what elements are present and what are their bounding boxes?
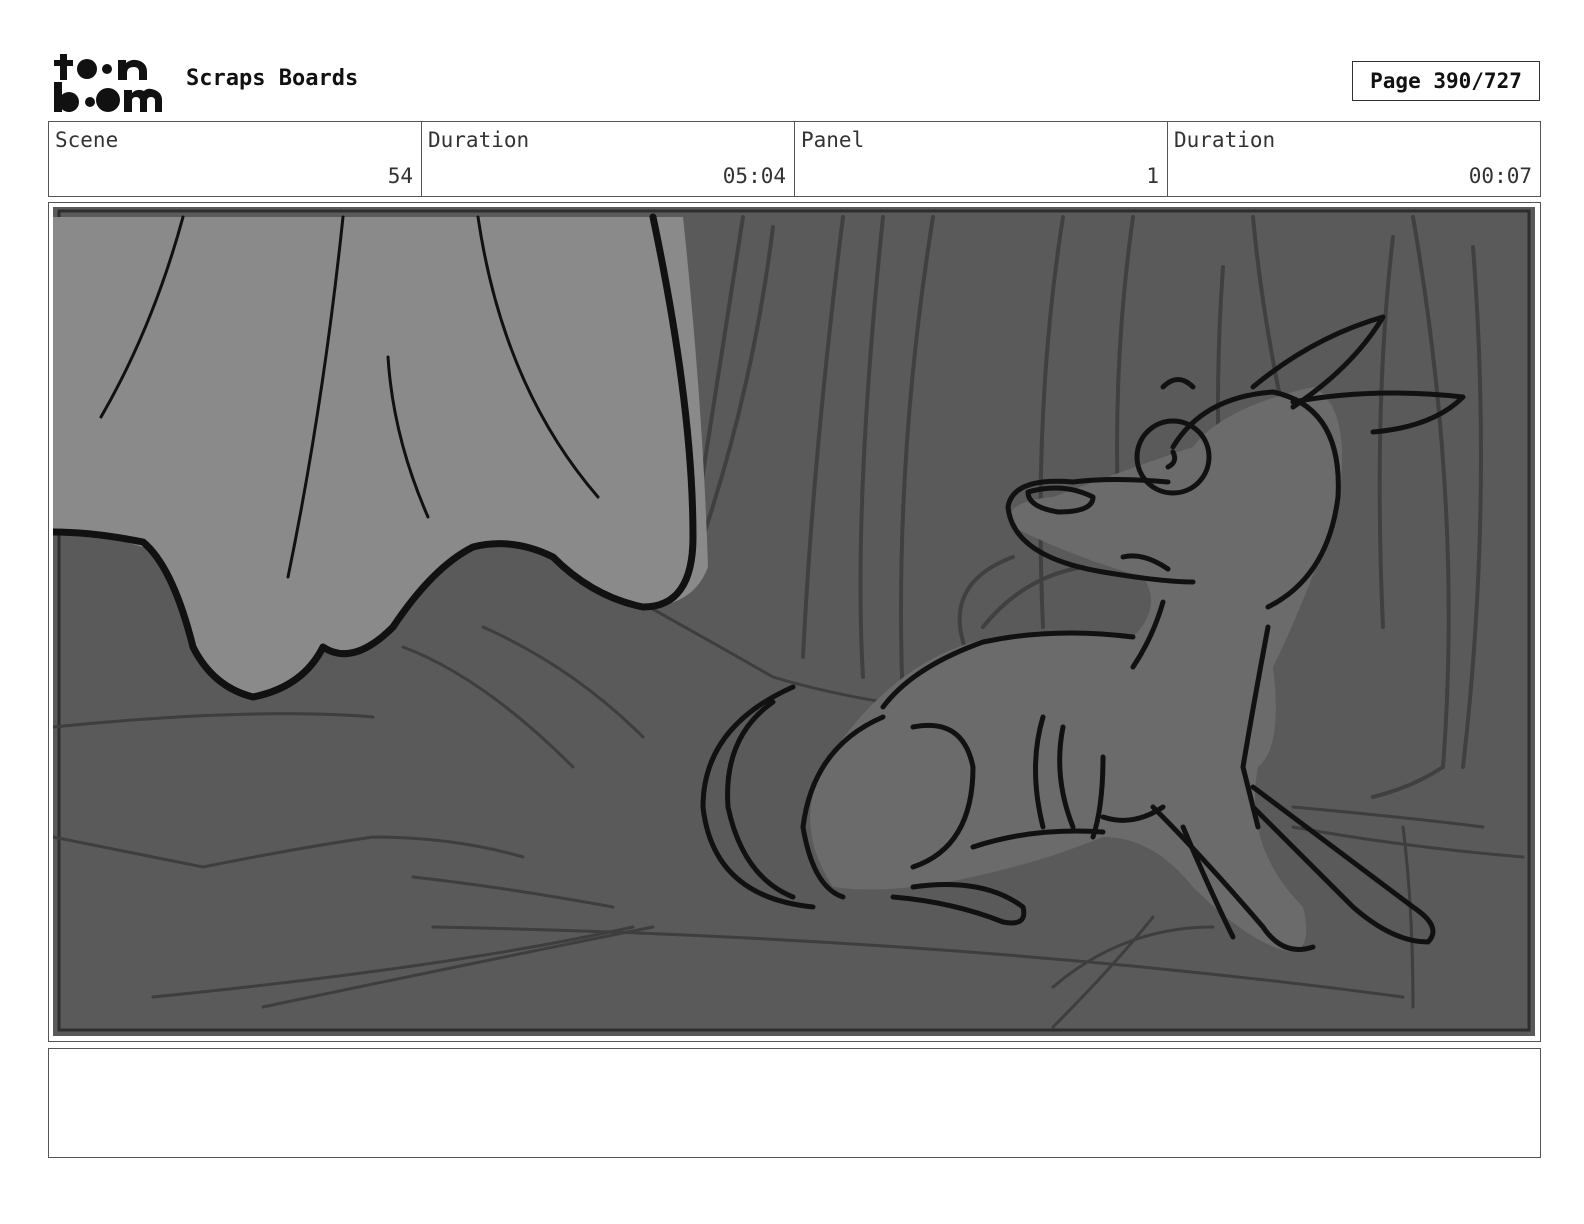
panel-notes-box (48, 1048, 1541, 1158)
panel-cell: Panel 1 (795, 122, 1168, 196)
panel-duration-cell: Duration 00:07 (1168, 122, 1540, 196)
scene-info-row: Scene 54 Duration 05:04 Panel 1 Duration… (48, 121, 1541, 197)
scene-cell: Scene 54 (49, 122, 422, 196)
scene-value: 54 (387, 164, 413, 188)
panel-label: Panel (801, 128, 865, 152)
scene-duration-value: 05:04 (722, 164, 786, 188)
storyboard-panel (48, 202, 1541, 1042)
page-indicator: Page 390/727 (1352, 61, 1540, 101)
panel-value: 1 (1146, 164, 1159, 188)
scene-duration-label: Duration (428, 128, 530, 152)
scene-duration-cell: Duration 05:04 (422, 122, 795, 196)
panel-sketch-image (53, 207, 1535, 1036)
scene-label: Scene (55, 128, 119, 152)
panel-duration-value: 00:07 (1468, 164, 1532, 188)
project-title: Scraps Boards (186, 66, 359, 91)
panel-duration-label: Duration (1174, 128, 1276, 152)
toon-boom-logo-icon (52, 50, 164, 114)
